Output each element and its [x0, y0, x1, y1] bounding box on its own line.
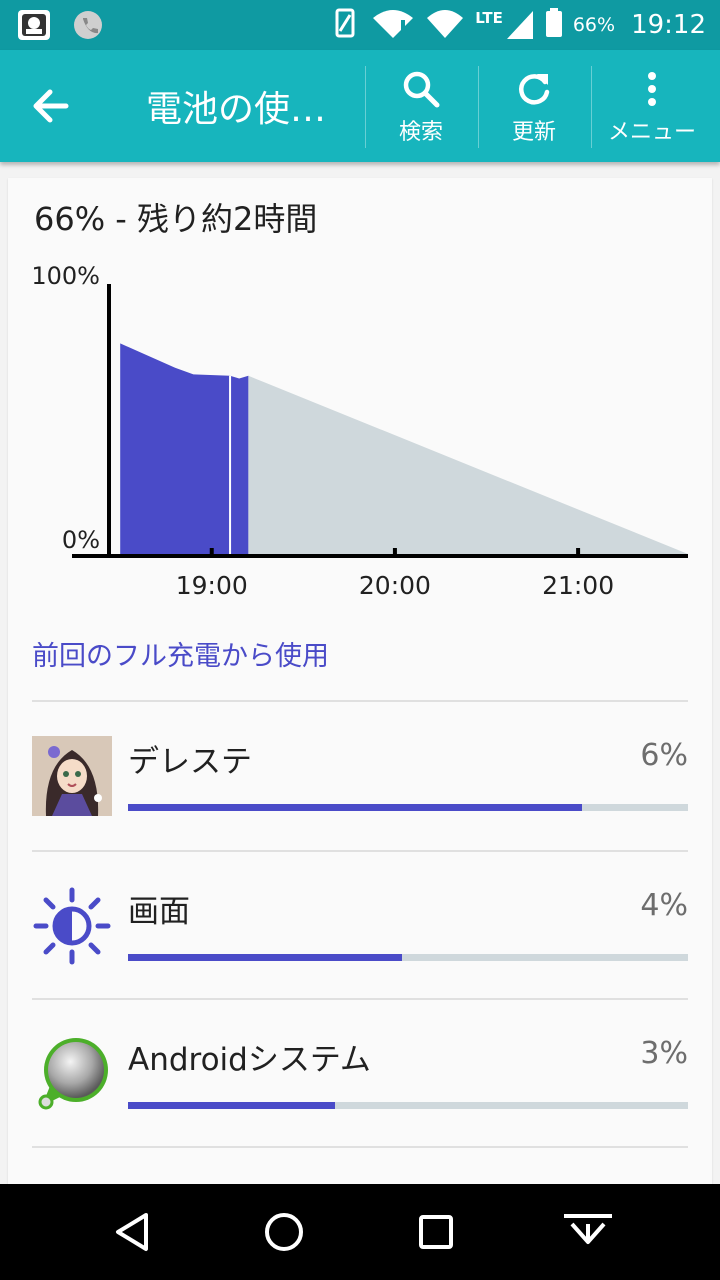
usage-percent: 3% — [640, 1036, 688, 1071]
list-item[interactable]: 画面 4% — [8, 852, 712, 1000]
usage-bar — [128, 804, 688, 811]
lte-signal-icon: LTE — [475, 9, 535, 41]
usage-percent: 4% — [640, 888, 688, 923]
recents-nav-button[interactable] — [406, 1204, 466, 1260]
projection-area — [248, 375, 688, 554]
menu-button[interactable]: メニュー — [596, 66, 708, 148]
more-vert-icon — [648, 72, 656, 106]
x-tick-label: 19:00 — [176, 571, 248, 600]
battery-usage-card: 66% - 残り約2時間 100% 0% 19:00 20:00 21:00 前回の… — [8, 178, 712, 1188]
network-type: LTE — [475, 9, 503, 27]
y-axis-label-top: 100% — [31, 262, 100, 290]
battery-summary: 66% - 残り約2時間 — [34, 200, 318, 238]
usage-bar — [128, 1102, 688, 1109]
battery-icon — [545, 8, 563, 42]
back-nav-button[interactable] — [102, 1204, 162, 1260]
hide-nav-icon — [564, 1214, 612, 1244]
list-item[interactable]: デレステ 6% — [8, 702, 712, 850]
wifi-icon — [425, 6, 465, 44]
navigation-bar — [0, 1184, 720, 1280]
wifi-icon — [371, 6, 415, 44]
since-full-charge-link[interactable]: 前回のフル充電から使用 — [32, 634, 329, 673]
brightness-icon — [32, 886, 112, 966]
search-icon — [403, 71, 440, 108]
notification-icons — [18, 10, 104, 40]
x-tick-label: 20:00 — [359, 571, 431, 600]
recents-nav-icon — [419, 1215, 453, 1249]
usage-bar-fill — [128, 804, 582, 811]
usage-percent: 6% — [640, 738, 688, 773]
battery-chart: 100% 0% 19:00 20:00 21:00 — [31, 262, 688, 600]
usage-bar — [128, 954, 688, 961]
search-button[interactable]: 検索 — [365, 66, 477, 148]
search-label: 検索 — [398, 120, 443, 145]
home-nav-button[interactable] — [254, 1204, 314, 1260]
usage-bar-fill — [128, 1102, 336, 1109]
phone-notification-icon — [72, 10, 104, 40]
game-app-icon — [32, 736, 112, 816]
x-tick-label: 21:00 — [542, 571, 614, 600]
action-divider — [591, 66, 592, 148]
refresh-icon — [519, 74, 550, 105]
list-item[interactable]: Androidシステム 3% — [8, 1000, 712, 1148]
status-bar: LTE 66% 19:12 — [0, 0, 720, 50]
system-status: LTE 66% 19:12 — [331, 6, 706, 44]
refresh-label: 更新 — [511, 120, 556, 145]
hide-nav-button[interactable] — [558, 1204, 618, 1260]
vibrate-icon — [331, 7, 361, 43]
refresh-button[interactable]: 更新 — [478, 66, 590, 148]
menu-label: メニュー — [607, 120, 696, 145]
page-title: 電池の使… — [146, 89, 327, 130]
app-name: Androidシステム — [128, 1042, 371, 1078]
battery-percent: 66% — [572, 14, 616, 36]
clock: 19:12 — [631, 10, 706, 40]
back-button[interactable] — [22, 78, 78, 134]
back-nav-icon — [116, 1213, 148, 1251]
app-notification-icon — [18, 10, 50, 40]
app-name: デレステ — [128, 744, 252, 780]
app-name: 画面 — [128, 894, 190, 930]
list-divider — [32, 1146, 688, 1148]
app-bar: 電池の使… 検索 更新 メニュー — [0, 50, 720, 162]
arrow-left-icon — [33, 89, 69, 123]
y-axis-label-bottom: 0% — [62, 526, 100, 554]
usage-bar-fill — [128, 954, 403, 961]
home-nav-icon — [265, 1213, 303, 1251]
android-system-icon — [32, 1034, 112, 1114]
